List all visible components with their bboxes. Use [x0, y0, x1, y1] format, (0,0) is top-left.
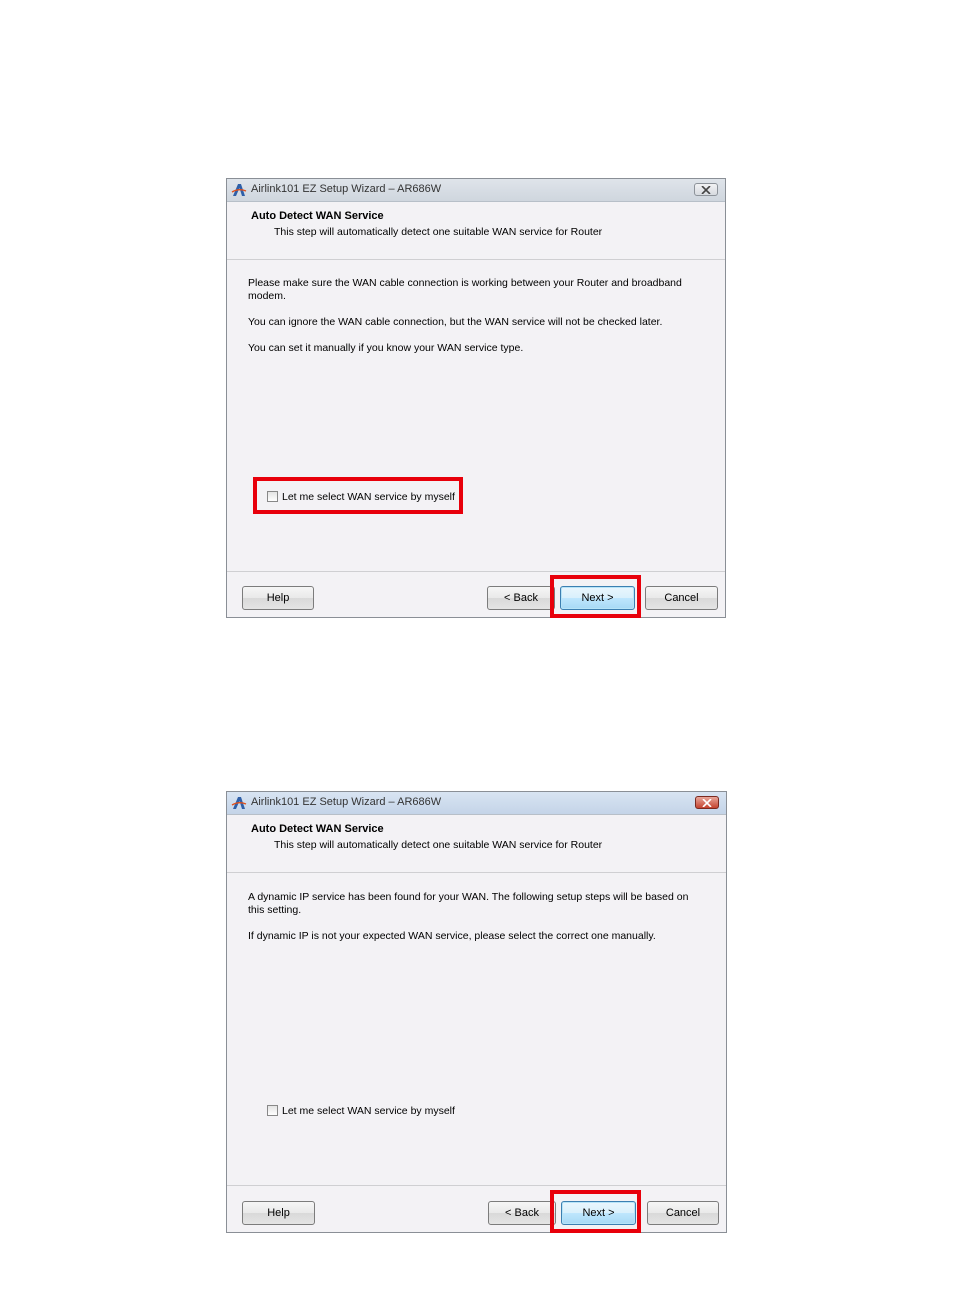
step-title: Auto Detect WAN Service	[251, 823, 384, 835]
close-icon	[702, 799, 712, 807]
footer-divider	[227, 571, 725, 572]
back-button[interactable]: < Back	[487, 586, 555, 610]
window-title: Airlink101 EZ Setup Wizard – AR686W	[251, 183, 442, 195]
airlink-logo-icon	[231, 795, 247, 811]
help-button[interactable]: Help	[242, 1201, 315, 1225]
manual-wan-select-checkbox-row[interactable]: Let me select WAN service by myself	[267, 1105, 455, 1117]
manual-wan-select-checkbox-row[interactable]: Let me select WAN service by myself	[267, 491, 455, 503]
instruction-text: You can set it manually if you know your…	[248, 342, 524, 354]
airlink-logo-icon	[231, 182, 247, 198]
title-bar[interactable]: Airlink101 EZ Setup Wizard – AR686W	[227, 179, 725, 202]
detection-hint-text: If dynamic IP is not your expected WAN s…	[248, 930, 656, 942]
close-button[interactable]	[695, 796, 719, 809]
manual-wan-select-checkbox[interactable]	[267, 1105, 278, 1116]
wizard-header: Auto Detect WAN Service This step will a…	[227, 814, 726, 873]
instruction-text: Please make sure the WAN cable connectio…	[248, 277, 682, 302]
cancel-button[interactable]: Cancel	[645, 586, 718, 610]
step-subtitle: This step will automatically detect one …	[274, 839, 603, 851]
wizard-dialog-2: Airlink101 EZ Setup Wizard – AR686W Auto…	[226, 791, 727, 1233]
wizard-header: Auto Detect WAN Service This step will a…	[227, 201, 725, 260]
window-title: Airlink101 EZ Setup Wizard – AR686W	[251, 796, 442, 808]
cancel-button[interactable]: Cancel	[647, 1201, 719, 1225]
back-button[interactable]: < Back	[488, 1201, 556, 1225]
instruction-text: You can ignore the WAN cable connection,…	[248, 316, 663, 328]
checkbox-label: Let me select WAN service by myself	[282, 1105, 455, 1117]
step-subtitle: This step will automatically detect one …	[274, 226, 603, 238]
wizard-dialog-1: Airlink101 EZ Setup Wizard – AR686W Auto…	[226, 178, 726, 618]
close-button[interactable]	[694, 183, 718, 196]
help-button[interactable]: Help	[242, 586, 314, 610]
footer-divider	[227, 1185, 726, 1186]
close-icon	[701, 186, 711, 194]
detection-result-text: A dynamic IP service has been found for …	[248, 891, 689, 916]
step-title: Auto Detect WAN Service	[251, 210, 384, 222]
checkbox-label: Let me select WAN service by myself	[282, 491, 455, 503]
manual-wan-select-checkbox[interactable]	[267, 491, 278, 502]
next-button[interactable]: Next >	[561, 1201, 636, 1225]
next-button[interactable]: Next >	[560, 586, 635, 610]
title-bar[interactable]: Airlink101 EZ Setup Wizard – AR686W	[227, 792, 726, 815]
